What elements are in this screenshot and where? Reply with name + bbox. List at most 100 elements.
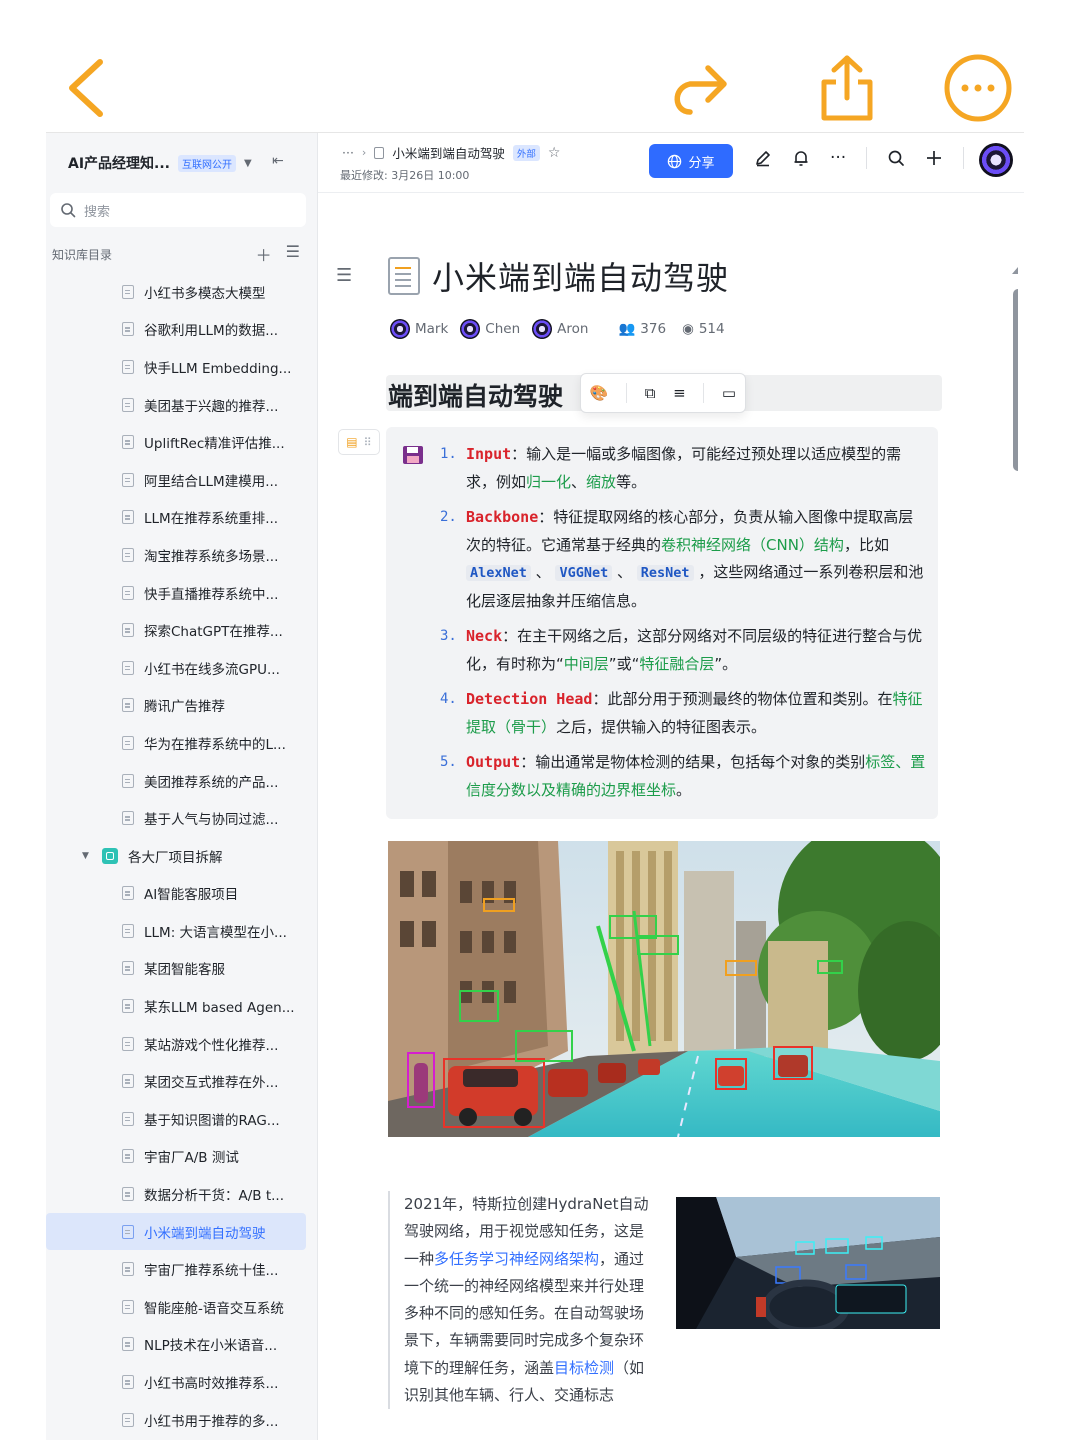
tree-item[interactable]: 数据分析干货：A/B t... [46,1175,318,1213]
tree-item[interactable]: 某站游戏个性化推荐... [46,1025,318,1063]
list-item[interactable]: 1. Input：输入是一幅或多幅图像，可能经过预处理以适应模型的需求，例如归一… [436,441,926,496]
breadcrumb-title[interactable]: 小米端到端自动驾驶 [392,143,505,162]
tree-item[interactable]: 某东LLM based Agen... [46,987,318,1025]
kb-title: AI产品经理知... [68,156,170,172]
page-title[interactable]: 小米端到端自动驾驶 [432,253,729,299]
doc-icon [122,999,134,1014]
tree-item[interactable]: 快手直播推荐系统中... [46,574,318,612]
eye-icon: ◉ [682,321,694,337]
doc-icon [374,146,385,159]
tree-item[interactable]: 小红书高时效推荐系... [46,1363,318,1401]
star-icon[interactable]: ☆ [548,145,561,161]
tree-item[interactable]: 小红书在线多流GPU... [46,649,318,687]
back-chevron-icon[interactable] [56,52,128,124]
share-button[interactable]: 分享 [649,144,733,178]
scroll-thumb[interactable] [1013,289,1018,471]
tree-item[interactable]: 小红书用于推荐的多... [46,1401,318,1439]
avatar [390,319,410,339]
author[interactable]: Chen [460,319,520,339]
tree-item[interactable]: UpliftRec精准评估推... [46,423,318,461]
edit-pen-icon[interactable] [754,149,772,167]
tree-item[interactable]: 基于知识图谱的RAG... [46,1100,318,1138]
tree-item[interactable]: 腾讯广告推荐 [46,687,318,725]
tree-item[interactable]: LLM在推荐系统重排... [46,499,318,537]
tree-item[interactable]: 某团智能客服 [46,950,318,988]
vertical-scrollbar[interactable] [1012,267,1018,1440]
doc-title-icon [388,257,420,295]
add-icon[interactable]: ＋ [256,242,272,266]
author[interactable]: Mark [390,319,448,339]
tree-item[interactable]: 智能座舱-语音交互系统 [46,1288,318,1326]
callout-block[interactable]: 1. Input：输入是一幅或多幅图像，可能经过预处理以适应模型的需求，例如归一… [386,427,938,819]
tree-item[interactable]: 美团基于兴趣的推荐... [46,386,318,424]
callout-block-icon: ▤ [346,435,358,449]
caret-down-icon[interactable]: ▼ [244,158,252,169]
list-item[interactable]: 5. Output：输出通常是物体检测的结果，包括每个对象的类别标签、置信度分数… [436,749,926,804]
link-edit-icon[interactable]: ⧉ [645,384,656,402]
doc-app: AI产品经理知... 互联网公开 ▼ ⇤ 搜索 知识库目录 ＋ ☰ 小红书多模态… [46,132,1024,1440]
doc-content: ☰ 小米端到端自动驾驶 Mark Chen Aron 👥 376 ◉ 514 端到端… [318,193,1018,1440]
doc-icon [122,1074,134,1089]
tree-item[interactable]: 宇宙厂A/B 测试 [46,1138,318,1176]
list-item[interactable]: 3. Neck：在主干网络之后，这部分网络对不同层级的特征进行整合与优化，有时称… [436,623,926,678]
more-circle-icon[interactable] [942,52,1014,124]
user-avatar[interactable] [979,143,1013,177]
breadcrumb-more[interactable]: ··· [342,145,354,160]
align-icon[interactable]: ≡ [673,384,686,402]
doc-icon [122,1262,134,1277]
breadcrumb: ··· › 小米端到端自动驾驶 外部 ☆ [342,143,560,162]
doc-tree: 小红书多模态大模型 谷歌利用LLM的数据... 快手LLM Embedding.… [46,273,318,1438]
doc-meta: Mark Chen Aron 👥 376 ◉ 514 [390,319,725,339]
comment-icon[interactable]: ▭ [722,384,736,402]
doc-icon [122,1337,134,1352]
paragraph[interactable]: 2021年，特斯拉创建HydraNet自动驾驶网络，用于视觉感知任务，这是一种多… [388,1191,650,1410]
list-icon[interactable]: ☰ [286,242,300,266]
tree-item[interactable]: 谷歌利用LLM的数据... [46,311,318,349]
palette-icon[interactable]: 🎨 [590,384,609,402]
author[interactable]: Aron [532,319,588,339]
search-input[interactable]: 搜索 [50,193,306,227]
list-item[interactable]: 4. Detection Head：此部分用于预测最终的物体位置和类别。在特征提… [436,686,926,741]
share-upload-icon[interactable] [810,52,882,124]
plus-icon[interactable] [925,149,943,167]
tree-item-active[interactable]: 小米端到端自动驾驶 [46,1212,306,1251]
more-icon[interactable]: ··· [830,148,846,168]
bell-icon[interactable] [792,149,810,167]
collapse-sidebar-icon[interactable]: ⇤ [272,153,284,169]
street-detection-image[interactable] [388,841,940,1137]
redo-icon[interactable] [664,52,736,124]
tree-item[interactable]: 小红书多模态大模型 [46,273,318,311]
doc-icon [122,1187,134,1202]
expand-triangle-icon[interactable]: ▼ [82,851,92,861]
doc-icon [122,547,134,562]
tree-folder[interactable]: ▼ 各大厂项目拆解 [46,837,318,875]
section-heading: 端到端自动驾驶 [388,382,564,411]
search-icon[interactable] [887,149,905,167]
block-drag-handle[interactable]: ▤ ⠿ [338,429,380,455]
external-tag: 外部 [512,144,540,161]
tree-item[interactable]: NLP技术在小米语音... [46,1326,318,1364]
outline-menu-icon[interactable]: ☰ [336,265,352,286]
list-item[interactable]: 2. Backbone：特征提取网络的核心部分，负责从输入图像中提取高层次的特征… [436,504,926,615]
scroll-up-arrow-icon[interactable] [1012,267,1018,274]
tree-item[interactable]: 快手LLM Embedding... [46,348,318,386]
tree-item[interactable]: 华为在推荐系统中的L... [46,724,318,762]
doc-icon [122,1412,134,1427]
tree-item[interactable]: 某团交互式推荐在外... [46,1062,318,1100]
doc-icon [122,322,134,337]
tree-item[interactable]: LLM: 大语言模型在小... [46,912,318,950]
tree-item[interactable]: 淘宝推荐系统多场景... [46,536,318,574]
tree-item[interactable]: 探索ChatGPT在推荐... [46,611,318,649]
tree-item[interactable]: 阿里结合LLM建模用... [46,461,318,499]
tree-item[interactable]: AI智能客服项目 [46,875,318,913]
tree-item[interactable]: 基于人气与协同过滤... [46,799,318,837]
doc-icon [122,886,134,901]
doc-icon [122,698,134,713]
kb-header[interactable]: AI产品经理知... 互联网公开 ▼ [68,151,252,175]
doc-icon [122,510,134,525]
car-interior-image[interactable] [676,1197,940,1329]
tree-item[interactable]: 宇宙厂推荐系统十佳... [46,1250,318,1288]
tree-item[interactable]: 美团推荐系统的产品... [46,762,318,800]
knowledge-sidebar: AI产品经理知... 互联网公开 ▼ ⇤ 搜索 知识库目录 ＋ ☰ 小红书多模态… [46,133,318,1440]
doc-icon [122,1111,134,1126]
